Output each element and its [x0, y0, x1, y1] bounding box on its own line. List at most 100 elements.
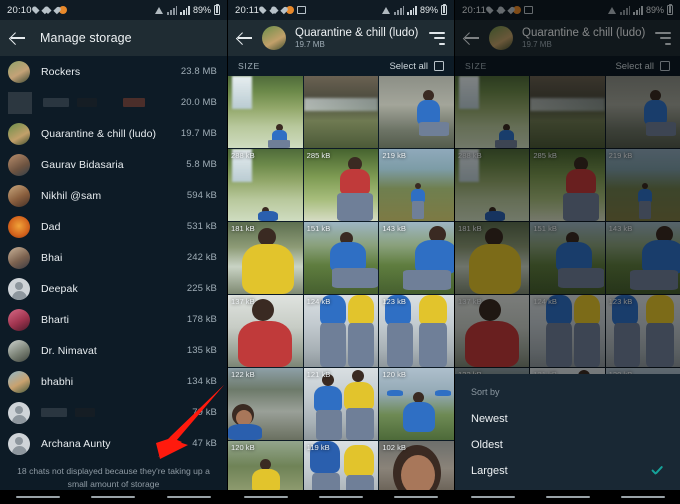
chat-storage-row[interactable]: Deepak 225 kB: [0, 273, 227, 304]
back-icon[interactable]: [10, 30, 26, 46]
avatar[interactable]: [262, 26, 286, 50]
sort-by-sheet: Sort by Newest Oldest Largest: [455, 374, 680, 490]
chat-size: 225 kB: [186, 283, 217, 294]
chat-storage-row[interactable]: Bharti 178 kB: [0, 304, 227, 335]
nav-back-icon[interactable]: [394, 495, 439, 499]
select-all-control[interactable]: Select all: [389, 61, 444, 72]
back-icon[interactable]: [237, 30, 253, 46]
nav-recents-icon[interactable]: [15, 495, 60, 499]
avatar: [8, 122, 30, 145]
media-thumbnail[interactable]: 123 kB: [379, 295, 454, 367]
chat-name: bhabhi: [41, 375, 74, 388]
chat-storage-row[interactable]: Bhai 242 kB: [0, 242, 227, 273]
photo-subject: [403, 270, 452, 290]
sort-icon[interactable]: [429, 31, 445, 45]
chat-storage-row[interactable]: bhabhi 134 kB: [0, 366, 227, 397]
media-thumbnail-image: [228, 76, 303, 148]
media-thumbnail[interactable]: 120 kB: [379, 368, 454, 440]
media-thumbnail[interactable]: [379, 76, 454, 148]
media-size-label: 219 kB: [382, 151, 406, 160]
photo-subject: [331, 268, 378, 288]
media-thumbnail[interactable]: 143 kB: [379, 222, 454, 294]
chat-name: Dr. Nimavat: [41, 344, 97, 357]
battery-icon: [214, 4, 220, 15]
media-thumbnail[interactable]: 121 kB: [303, 368, 379, 440]
media-size-label: 122 kB: [231, 370, 255, 379]
chat-storage-row[interactable]: Rockers 23.8 MB: [0, 56, 227, 87]
photo-subject: [252, 299, 274, 321]
media-thumbnail[interactable]: 122 kB: [228, 368, 303, 440]
photo-subject: [419, 295, 448, 325]
heart-icon: [47, 6, 56, 15]
chat-storage-row[interactable]: Archana Aunty 47 kB: [0, 428, 227, 459]
status-bar-time: 20:10: [7, 4, 32, 16]
battery-percent: 89%: [192, 5, 211, 15]
image-notification-icon: [296, 6, 306, 14]
photo-subject: [387, 390, 404, 396]
signal-sim1-icon: [394, 5, 405, 15]
sort-option-label: Oldest: [471, 439, 503, 451]
chat-size: 20.0 MB: [180, 97, 217, 108]
chat-size: 5.8 MB: [186, 159, 217, 170]
nav-recents-icon[interactable]: [243, 495, 288, 499]
chat-storage-row[interactable]: Gaurav Bidasaria 5.8 MB: [0, 149, 227, 180]
avatar: [8, 339, 30, 362]
media-thumbnail[interactable]: 124 kB: [303, 295, 379, 367]
photo-subject: [435, 390, 452, 396]
photo-subject: [238, 321, 292, 367]
photo-subject: [336, 193, 373, 221]
battery-icon: [441, 4, 447, 15]
media-size-label: 119 kB: [306, 443, 330, 452]
battery-percent: 89%: [419, 5, 438, 15]
status-bar-system-icons: 89%: [154, 4, 220, 15]
chat-size: 531 kB: [186, 221, 217, 232]
avatar-redacted: [8, 91, 32, 114]
chat-size: 79 kB: [192, 407, 217, 418]
media-thumbnail[interactable]: 288 kB: [228, 149, 303, 221]
chat-name: Rockers: [41, 65, 81, 78]
sort-option-newest[interactable]: Newest: [455, 406, 680, 432]
media-thumbnail[interactable]: [228, 76, 303, 148]
chat-name: Nikhil @sam: [41, 189, 102, 202]
photo-subject: [339, 169, 370, 195]
photo-subject: [403, 402, 436, 432]
sort-option-largest[interactable]: Largest: [455, 458, 680, 484]
status-bar-notification-icons: [263, 6, 306, 15]
nav-home-icon[interactable]: [91, 495, 136, 499]
photo-subject: [343, 382, 374, 410]
media-thumbnail[interactable]: [303, 76, 379, 148]
page-subtitle: 19.7 MB: [295, 40, 325, 49]
nav-recents-icon[interactable]: [470, 495, 515, 499]
chat-storage-row[interactable]: 79 kB: [0, 397, 227, 428]
media-thumbnail[interactable]: 181 kB: [228, 222, 303, 294]
status-bar-notification-icons: [36, 6, 67, 15]
media-thumbnail[interactable]: 137 kB: [228, 295, 303, 367]
nav-back-icon[interactable]: [620, 495, 665, 499]
chat-storage-row[interactable]: Nikhil @sam 594 kB: [0, 180, 227, 211]
photo-subject: [387, 323, 414, 367]
avatar-placeholder: [8, 432, 30, 455]
media-thumbnail[interactable]: 285 kB: [303, 149, 379, 221]
chat-storage-row[interactable]: 20.0 MB: [0, 87, 227, 118]
app-bar: Quarantine & chill (ludo) 19.7 MB: [228, 20, 454, 56]
media-size-label: 151 kB: [306, 224, 331, 233]
nav-home-icon[interactable]: [318, 495, 363, 499]
system-nav-bar: [455, 490, 680, 504]
storage-footer-note: 18 chats not displayed because they're t…: [17, 466, 210, 489]
photo-subject: [415, 240, 454, 274]
chat-name: Bhai: [41, 251, 63, 264]
media-thumbnail[interactable]: 151 kB: [303, 222, 379, 294]
chat-name: Archana Aunty: [41, 437, 111, 450]
nav-back-icon[interactable]: [167, 495, 212, 499]
chat-size: 47 kB: [192, 438, 217, 449]
select-all-checkbox[interactable]: [434, 61, 444, 71]
chat-storage-row[interactable]: Dr. Nimavat 135 kB: [0, 335, 227, 366]
chat-size: 242 kB: [186, 252, 217, 263]
sort-option-oldest[interactable]: Oldest: [455, 432, 680, 458]
chat-storage-row[interactable]: Quarantine & chill (ludo) 19.7 MB: [0, 118, 227, 149]
nav-home-icon[interactable]: [545, 495, 590, 499]
media-thumbnail[interactable]: 219 kB: [379, 149, 454, 221]
chat-storage-list: Rockers 23.8 MB 20.0 MB Quarantine & chill …: [0, 56, 227, 459]
chat-storage-row[interactable]: Dad 531 kB: [0, 211, 227, 242]
media-size-label: 288 kB: [231, 151, 255, 160]
